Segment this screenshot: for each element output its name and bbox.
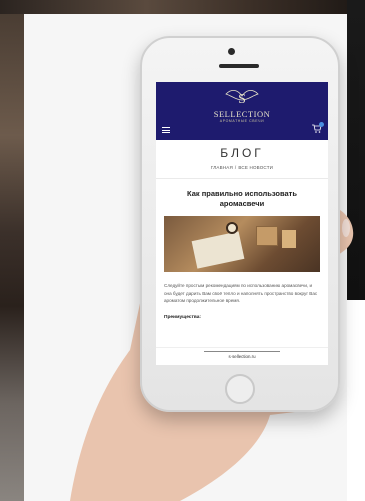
- camera-icon: [228, 48, 235, 55]
- advantages-heading: Преимущества:: [164, 314, 201, 320]
- browser-url-bar[interactable]: s·sellection.ru: [156, 347, 328, 365]
- breadcrumb: ГЛАВНАЯ / ВСЕ НОВОСТИ: [156, 165, 328, 170]
- phone-screen: S SELLECTION АРОМАТНЫЕ СВЕЧИ БЛОГ ГЛАВНА…: [156, 82, 328, 365]
- cart-badge: [319, 122, 324, 127]
- logo-mark-icon: S: [225, 90, 259, 107]
- background-top: [0, 0, 365, 14]
- home-button[interactable]: [225, 374, 255, 404]
- breadcrumb-separator: /: [234, 165, 237, 170]
- logo-text: SELLECTION: [213, 109, 271, 119]
- article-image: [164, 216, 320, 273]
- article-body: Следуйте простым рекомендациям по исполь…: [164, 283, 318, 304]
- speaker-grille: [219, 64, 259, 68]
- article-title: Как правильно использовать аромасвечи: [187, 189, 297, 209]
- smartphone: S SELLECTION АРОМАТНЫЕ СВЕЧИ БЛОГ ГЛАВНА…: [140, 36, 340, 412]
- breadcrumb-home[interactable]: ГЛАВНАЯ: [211, 165, 233, 170]
- url-text: s·sellection.ru: [228, 354, 256, 359]
- image-box: [256, 226, 278, 247]
- breadcrumb-all-news[interactable]: ВСЕ НОВОСТИ: [238, 165, 273, 170]
- site-header: S SELLECTION АРОМАТНЫЕ СВЕЧИ: [156, 82, 328, 140]
- logo-subtitle: АРОМАТНЫЕ СВЕЧИ: [219, 119, 265, 123]
- url-bar-line: [204, 351, 280, 352]
- page-title: БЛОГ: [220, 146, 264, 160]
- svg-text:S: S: [238, 92, 246, 107]
- menu-icon[interactable]: [162, 127, 170, 133]
- background-left: [0, 14, 24, 501]
- image-jar: [282, 230, 296, 249]
- image-book: [191, 231, 245, 269]
- divider: [156, 178, 328, 179]
